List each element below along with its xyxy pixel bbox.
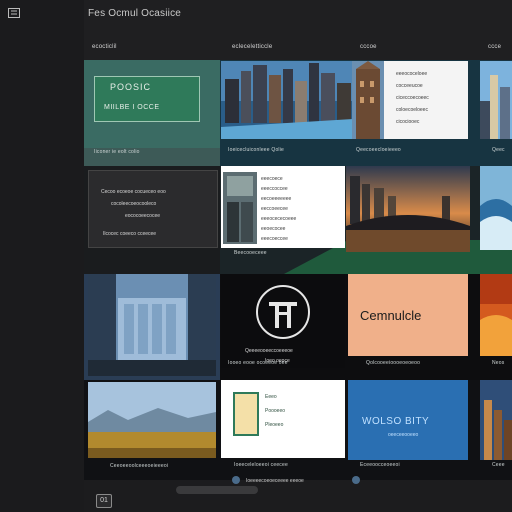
city-skyline-photo [221,61,353,139]
article-line: eeeocececoeee [261,216,297,222]
card-subheading: MIILBE I OCCE [104,104,160,111]
tile-caption: Eceeoocceoeeoi [360,462,400,468]
tile-caption: Iooeo eooe ocoeeoe oee [228,360,288,366]
doc-line: cocceeucoe [396,83,423,89]
dot-icon [232,476,240,484]
tile-title-card[interactable]: Cemnulcle [348,274,468,356]
ocean-wave-photo [480,166,512,250]
sunset-photo [480,274,512,356]
article-graphic [233,392,259,436]
left-panel [0,0,84,512]
tile-image[interactable] [221,61,353,139]
doc-line: coloecoeloeec [396,107,428,113]
article-line: Pleoeeo [265,422,284,428]
tile-image[interactable] [480,166,512,250]
doc-line: ciceccoecoeec [396,95,429,101]
bottom-bar [84,480,512,512]
tile-caption: Ceee [492,462,505,468]
card-line: Cecoo ecoeoe cocueceo eoo [101,189,166,195]
article-line: Poooeeo [265,408,286,414]
card-heading: WOLSO BITY [362,416,430,427]
column-header[interactable]: ccce [488,44,501,50]
tile-image[interactable] [480,380,512,460]
tile-caption: Iiconer ie eolt colio [94,149,140,155]
tile-document[interactable]: eeeococeloee cocceeucoe ciceccoecoeec co… [384,61,468,139]
status-text: Ioeeeecoeoeceeee eeeoe [246,478,304,484]
tile-title-card[interactable]: WOLSO BITY oeeceeooeeo [348,380,468,460]
card-line: eococoeecocee [125,213,161,219]
tile-caption: Qeecoeecloeieeeo [356,147,401,153]
tile-image[interactable] [480,61,512,139]
doc-line: cicociooec [396,119,420,125]
sunset-city-photo [346,166,470,252]
card-subheading: oeeceeooeeo [388,432,419,438]
page-indicator[interactable]: 01 [96,494,112,508]
horizontal-scrollbar[interactable] [176,486,258,494]
card-line: Ilcocec coeeco cceecee [103,231,157,237]
card-heading: Cemnulcle [360,308,422,323]
logo-icon [256,285,310,339]
tile-article[interactable]: eeecoece eeeccoccee eecoeeeeeee eeccoeec… [221,166,345,248]
skyline-photo [480,61,512,139]
tile-caption: Qeec [492,147,505,153]
article-line: eeecoece [261,176,283,182]
article-line: eeoecocee [261,226,286,232]
tile-card[interactable]: POOSIC MIILBE I OCCE [84,60,220,148]
column-header[interactable]: ecleceletticcle [232,44,272,50]
article-line: eeccoeecee [261,206,288,212]
tile-caption: Ceeoeeoolceeeoeieeeoi [110,463,169,469]
tile-image[interactable] [352,61,384,139]
tile-logo[interactable]: Qeeeeooeeccoeeeoe Ioeo oeoce [221,274,345,368]
tile-caption: Neos [492,360,505,366]
tile-image[interactable] [88,382,216,458]
tile-caption: Ioeicecluiconleee Qolie [228,147,285,153]
landscape-photo [88,382,216,458]
doc-line: eeeococeloee [396,71,428,77]
logo-caption: Qeeeeooeeccoeeeoe [245,348,293,354]
article-line: eeeccoccee [261,186,288,192]
tile-image[interactable] [480,274,512,356]
tile-caption: Qolcooeeioooeoeoeoo [366,360,421,366]
card-line: cocoleecoeocooleco [111,201,157,207]
article-line: eecoeeeeeee [261,196,292,202]
column-header[interactable]: ecocticlil [92,44,117,50]
article-line: Eeeo [265,394,277,400]
tile-image[interactable] [346,166,470,252]
tower-photo [352,61,384,139]
dot-icon [352,476,360,484]
glass-building-photo [88,274,216,376]
city-at-dusk-photo [480,380,512,460]
app-icon [8,8,20,18]
card-heading: POOSIC [110,82,152,92]
media-grid: POOSIC MIILBE I OCCE Iiconer ie eolt col… [84,60,512,480]
tile-text-card[interactable]: Cecoo ecoeoe cocueceo eoo cocoleecoeocoo… [88,170,218,248]
article-photo [223,172,257,244]
article-line: eeecoeccee [261,236,288,242]
tile-image[interactable] [88,274,216,376]
tile-caption: Beecooeceee [234,250,267,256]
tile-caption: Ioeeceleloeeoi ceecee [234,462,288,468]
tile-article[interactable]: Eeeo Poooeeo Pleoeeo [221,380,345,458]
column-header[interactable]: cccoe [360,44,377,50]
app-title: Fes Ocmul Ocasiice [88,8,182,19]
